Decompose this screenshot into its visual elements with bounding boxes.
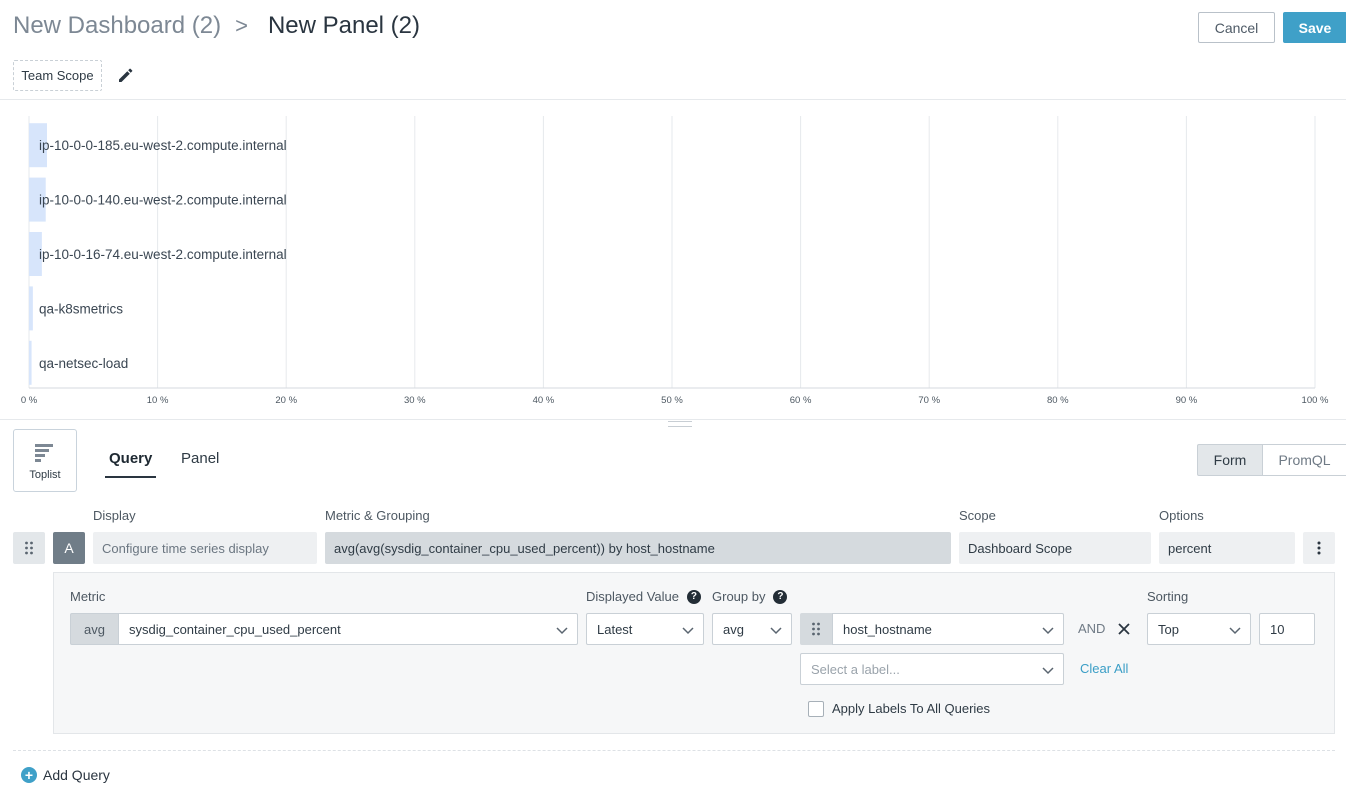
promql-mode-button[interactable]: PromQL: [1263, 444, 1346, 476]
x-tick-label: 20 %: [275, 395, 297, 406]
sorting-label: Sorting: [1147, 589, 1189, 604]
add-query-label: Add Query: [43, 767, 110, 783]
query-mode-toggle: Form PromQL: [1197, 444, 1346, 476]
tab-panel[interactable]: Panel: [181, 450, 219, 467]
group-by-label-text: Group by: [712, 589, 766, 604]
query-list-divider: [13, 750, 1335, 751]
limit-input-value: 10: [1270, 621, 1285, 637]
x-tick-label: 70 %: [918, 395, 940, 406]
visualization-selector[interactable]: Toplist: [13, 429, 77, 492]
toplist-icon: [35, 444, 53, 462]
group-by-label: Group by ?: [712, 589, 788, 604]
page-title: New Panel (2): [267, 12, 421, 39]
group-by-drag-handle[interactable]: [800, 613, 832, 645]
form-mode-button[interactable]: Form: [1197, 444, 1263, 476]
bar: [29, 286, 33, 331]
drag-handle-icon: [25, 541, 33, 555]
sorting-select[interactable]: Top: [1147, 613, 1251, 645]
save-button[interactable]: Save: [1283, 12, 1346, 43]
chevron-down-icon: [556, 627, 568, 635]
close-icon[interactable]: [1116, 621, 1132, 637]
x-tick-label: 80 %: [1047, 395, 1069, 406]
tab-query[interactable]: Query: [104, 450, 157, 478]
select-label-dropdown[interactable]: Select a label...: [800, 653, 1064, 685]
bar-label: ip-10-0-0-140.eu-west-2.compute.internal: [39, 193, 287, 208]
metric-aggregation-chip[interactable]: avg: [70, 613, 118, 645]
metric-select-value: sysdig_container_cpu_used_percent: [129, 621, 341, 637]
chevron-down-icon: [682, 627, 694, 635]
group-by-label-select[interactable]: host_hostname: [832, 613, 1064, 645]
chevron-down-icon: [1042, 627, 1054, 635]
options-field[interactable]: percent: [1159, 532, 1295, 564]
x-tick-label: 10 %: [147, 395, 169, 406]
breadcrumb-dashboard-link[interactable]: New Dashboard (2): [13, 12, 221, 40]
bar-label: qa-k8smetrics: [39, 301, 123, 316]
question-icon[interactable]: ?: [773, 589, 788, 604]
kebab-icon: [1317, 541, 1321, 555]
group-by-aggregation-value: avg: [723, 621, 744, 637]
metric-grouping-field[interactable]: avg(avg(sysdig_container_cpu_used_percen…: [325, 532, 951, 564]
scope-column-label: Scope: [959, 508, 996, 523]
x-tick-label: 100 %: [1302, 395, 1329, 406]
chevron-down-icon: [770, 627, 782, 635]
group-by-label-select-value: host_hostname: [843, 621, 932, 637]
apply-labels-label: Apply Labels To All Queries: [832, 701, 991, 716]
query-letter-badge[interactable]: A: [53, 532, 85, 564]
and-label: AND: [1078, 621, 1106, 636]
x-tick-label: 90 %: [1176, 395, 1198, 406]
x-tick-label: 50 %: [661, 395, 683, 406]
display-column-label: Display: [93, 508, 136, 523]
bar-label: ip-10-0-0-185.eu-west-2.compute.internal: [39, 138, 287, 153]
visualization-label: Toplist: [29, 469, 61, 481]
query-drag-handle[interactable]: [13, 532, 45, 564]
metric-grouping-column-label: Metric & Grouping: [325, 508, 430, 523]
x-tick-label: 30 %: [404, 395, 426, 406]
add-query-button[interactable]: + Add Query: [21, 767, 110, 783]
displayed-value-select-value: Latest: [597, 621, 633, 637]
bar-label: ip-10-0-16-74.eu-west-2.compute.internal: [39, 247, 287, 262]
breadcrumb: New Dashboard (2) > New Panel (2): [13, 12, 420, 40]
scope-field[interactable]: Dashboard Scope: [959, 532, 1151, 564]
select-label-placeholder: Select a label...: [811, 661, 900, 677]
apply-labels-checkbox[interactable]: [808, 701, 824, 717]
metric-select[interactable]: sysdig_container_cpu_used_percent: [118, 613, 578, 645]
metric-label: Metric: [70, 589, 106, 604]
x-tick-label: 60 %: [790, 395, 812, 406]
breadcrumb-separator: >: [235, 13, 248, 38]
clear-all-link[interactable]: Clear All: [1080, 661, 1128, 676]
bar: [29, 340, 32, 385]
bar-label: qa-netsec-load: [39, 356, 128, 371]
displayed-value-label-text: Displayed Value: [586, 589, 679, 604]
cancel-button[interactable]: Cancel: [1198, 12, 1275, 43]
chevron-down-icon: [1229, 627, 1241, 635]
chevron-down-icon: [1042, 667, 1054, 675]
x-tick-label: 0 %: [21, 395, 38, 406]
limit-input[interactable]: 10: [1259, 613, 1315, 645]
panel-divider: [0, 419, 1346, 420]
displayed-value-select[interactable]: Latest: [586, 613, 704, 645]
pencil-icon[interactable]: [116, 65, 136, 85]
group-by-aggregation-select[interactable]: avg: [712, 613, 792, 645]
team-scope-chip[interactable]: Team Scope: [13, 60, 102, 91]
query-more-button[interactable]: [1303, 532, 1335, 564]
display-config-field[interactable]: Configure time series display: [93, 532, 317, 564]
question-icon[interactable]: ?: [686, 589, 701, 604]
plus-circle-icon: +: [21, 767, 37, 783]
displayed-value-label: Displayed Value ?: [586, 589, 701, 604]
resize-handle[interactable]: [668, 421, 692, 427]
toplist-chart: 0 % 10 % 20 % 30 % 40 % 50 % 60 % 70 % 80 % 90 % 1…: [0, 100, 1346, 420]
x-tick-label: 40 %: [533, 395, 555, 406]
sorting-select-value: Top: [1158, 621, 1179, 637]
drag-handle-icon: [812, 622, 820, 636]
options-column-label: Options: [1159, 508, 1204, 523]
chart-canvas: 0 % 10 % 20 % 30 % 40 % 50 % 60 % 70 % 80 % 90 % 1…: [21, 116, 1329, 406]
